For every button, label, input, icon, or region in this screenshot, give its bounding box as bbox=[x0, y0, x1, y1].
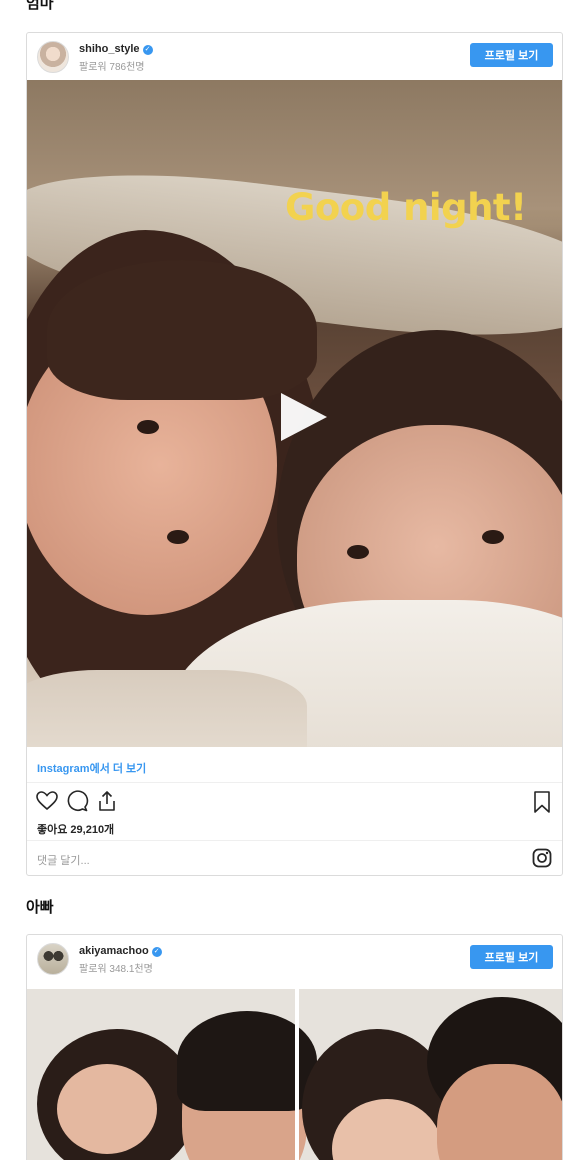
view-profile-button[interactable]: 프로필 보기 bbox=[470, 945, 553, 969]
photo-girl-bangs bbox=[47, 260, 317, 400]
view-more-on-instagram-link[interactable]: Instagram에서 더 보기 bbox=[37, 760, 146, 776]
avatar[interactable] bbox=[37, 943, 69, 975]
verified-badge-icon: ✓ bbox=[151, 947, 162, 957]
play-icon[interactable] bbox=[271, 387, 331, 447]
photo-eye bbox=[482, 530, 504, 544]
like-count: 좋아요 29,210개 bbox=[37, 824, 115, 836]
comment-input[interactable]: 댓글 달기... bbox=[37, 852, 90, 868]
heart-icon[interactable] bbox=[35, 789, 59, 813]
avatar[interactable] bbox=[37, 41, 69, 73]
bookmark-icon[interactable] bbox=[531, 790, 553, 814]
follower-count: 팔로워 786천명 bbox=[79, 62, 145, 73]
section-heading-dad: 아빠 bbox=[26, 899, 54, 916]
post-header: akiyamachoo ✓ 팔로워 348.1천명 프로필 보기 bbox=[27, 935, 562, 982]
photo-divider bbox=[295, 989, 299, 1160]
photo-girl-face bbox=[57, 1064, 157, 1154]
username[interactable]: akiyamachoo ✓ bbox=[79, 945, 162, 957]
post-video[interactable]: Good night! bbox=[27, 80, 562, 747]
comment-icon[interactable] bbox=[65, 789, 89, 813]
photo-sheet bbox=[27, 670, 307, 747]
instagram-embed-mom: shiho_style ✓ 팔로워 786천명 프로필 보기 Good night… bbox=[26, 32, 563, 876]
photo-eye bbox=[347, 545, 369, 559]
photo-eye bbox=[167, 530, 189, 544]
post-photo[interactable] bbox=[27, 989, 562, 1160]
divider bbox=[27, 782, 562, 783]
section-heading-mom: 엄마 bbox=[26, 0, 54, 12]
instagram-embed-dad: akiyamachoo ✓ 팔로워 348.1천명 프로필 보기 bbox=[26, 934, 563, 1160]
username-text[interactable]: shiho_style bbox=[79, 43, 140, 55]
view-profile-button[interactable]: 프로필 보기 bbox=[470, 43, 553, 67]
instagram-icon[interactable] bbox=[532, 848, 552, 868]
photo-eye bbox=[137, 420, 159, 434]
divider bbox=[27, 840, 562, 841]
post-header: shiho_style ✓ 팔로워 786천명 프로필 보기 bbox=[27, 33, 562, 80]
story-overlay-text: Good night! bbox=[285, 186, 527, 229]
follower-count: 팔로워 348.1천명 bbox=[79, 964, 153, 975]
share-icon[interactable] bbox=[95, 789, 119, 813]
verified-badge-icon: ✓ bbox=[142, 45, 153, 55]
username[interactable]: shiho_style ✓ bbox=[79, 43, 153, 55]
username-text[interactable]: akiyamachoo bbox=[79, 945, 149, 957]
